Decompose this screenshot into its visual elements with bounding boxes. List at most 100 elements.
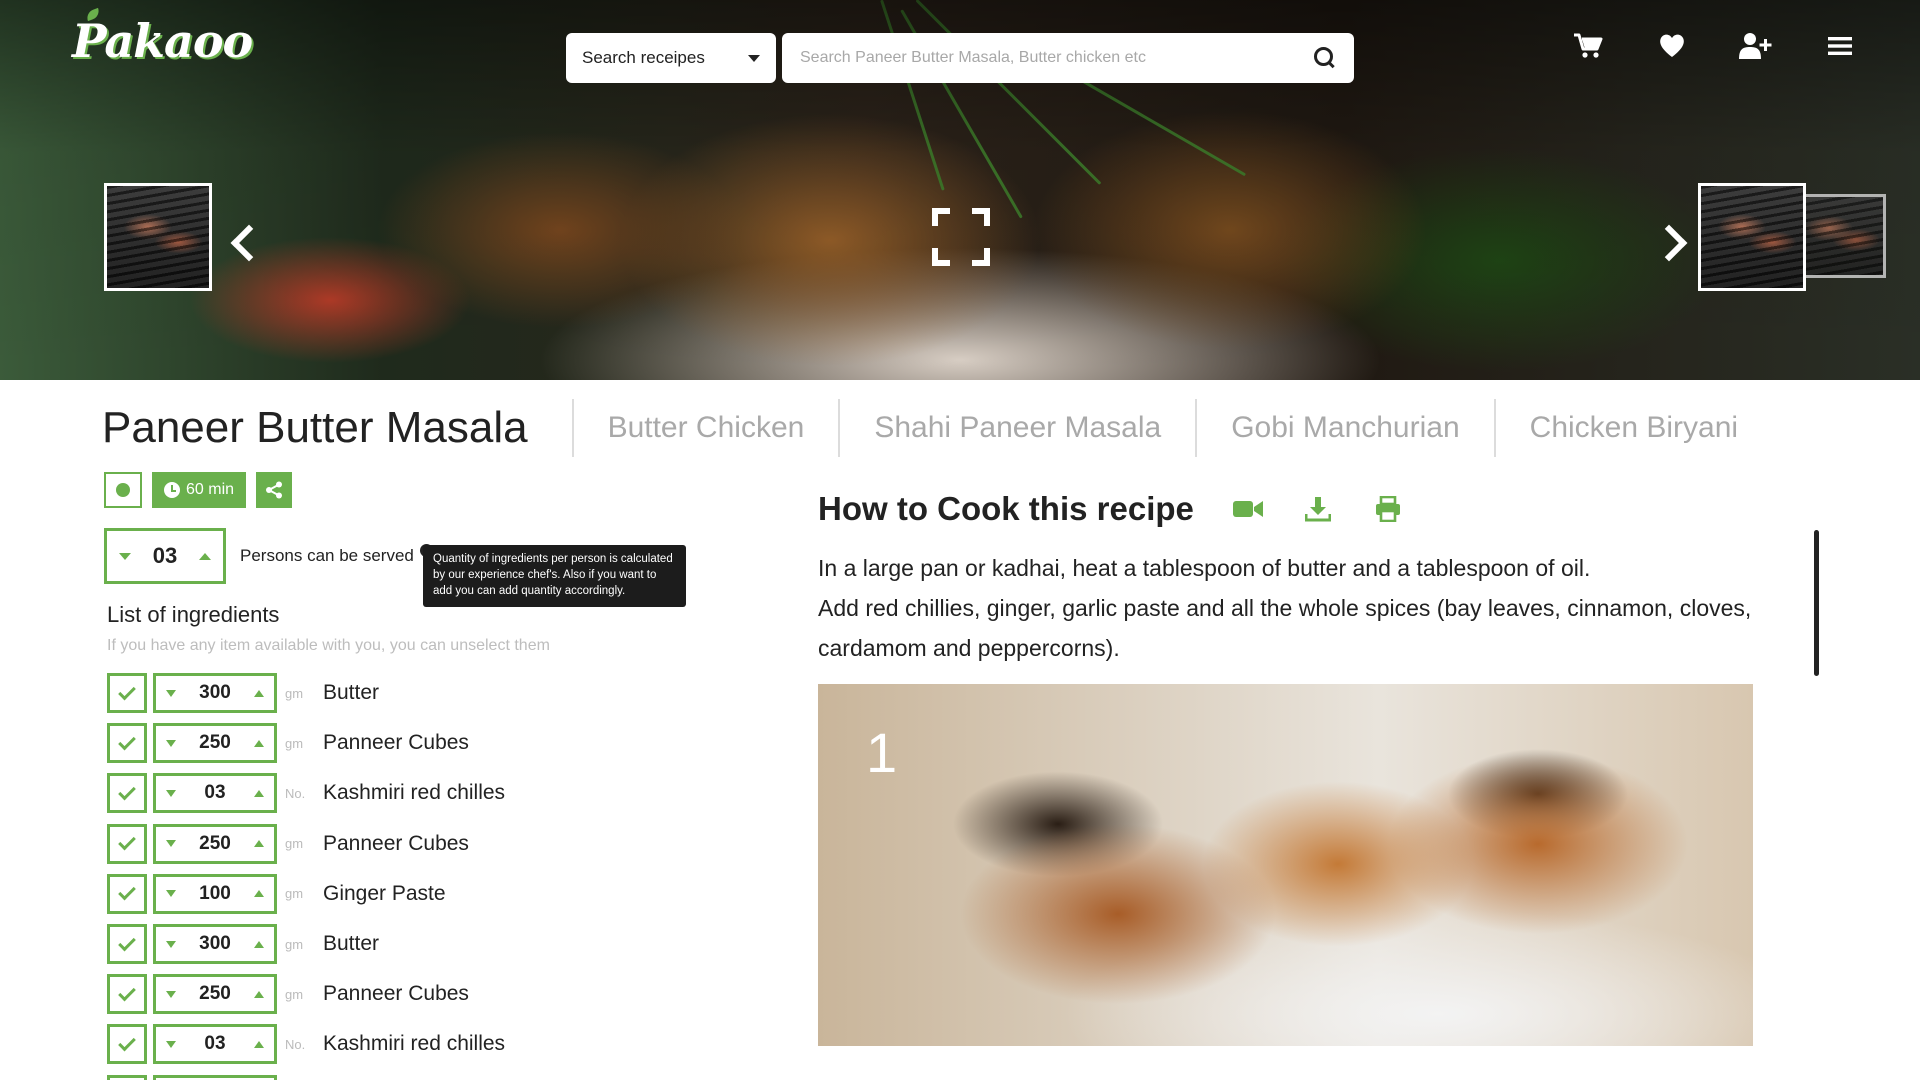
ingredient-name: Panneer Cubes	[323, 982, 469, 1006]
quantity-unit: gm	[285, 986, 304, 1002]
brand-logo[interactable]: Pakaoo	[72, 7, 253, 68]
tab-chicken-biryani[interactable]: Chicken Biryani	[1493, 399, 1772, 457]
cart-icon[interactable]	[1570, 28, 1606, 64]
video-icon[interactable]	[1232, 493, 1264, 525]
cook-title: How to Cook this recipe	[818, 490, 1194, 527]
ingredient-name: Butter	[323, 681, 380, 705]
servings-label: Persons can be served	[240, 546, 414, 565]
servings-value: 03	[152, 543, 178, 568]
ingredient-checkbox[interactable]	[107, 1074, 147, 1080]
increment-icon[interactable]	[253, 689, 264, 697]
cook-header: How to Cook this recipe	[818, 490, 1404, 528]
quantity-stepper[interactable]: 250	[153, 823, 277, 864]
tab-shahi-paneer-masala[interactable]: Shahi Paneer Masala	[838, 399, 1195, 457]
decrement-icon[interactable]	[166, 940, 176, 948]
step-image: 1	[818, 684, 1753, 1046]
ingredient-checkbox[interactable]	[107, 823, 147, 864]
search-input[interactable]	[800, 49, 1314, 67]
check-icon	[118, 933, 136, 951]
ingredients-subtitle: If you have any item available with you,…	[107, 637, 550, 654]
search-category-select[interactable]: Search receipes	[566, 33, 776, 83]
tab-butter-chicken[interactable]: Butter Chicken	[571, 399, 839, 457]
ingredient-name: Ginger Paste	[323, 881, 446, 905]
veg-indicator-button[interactable]	[104, 472, 142, 508]
increment-icon[interactable]	[253, 789, 264, 797]
ingredient-checkbox[interactable]	[107, 773, 147, 814]
ingredient-name: Panneer Cubes	[323, 831, 469, 855]
increment-icon[interactable]	[253, 990, 264, 998]
ingredient-name: Kashmiri red chilles	[323, 1032, 506, 1056]
ingredients-title: List of ingredients	[107, 602, 280, 627]
quantity-stepper[interactable]: 250	[153, 974, 277, 1015]
quantity-stepper[interactable]: 300	[153, 924, 277, 965]
decrement-icon[interactable]	[166, 840, 176, 848]
fullscreen-icon[interactable]	[932, 208, 990, 266]
recipe-meta: 60 min	[104, 472, 293, 508]
quantity-value: 250	[199, 732, 231, 754]
scrollbar[interactable]	[1814, 530, 1819, 676]
increment-icon[interactable]	[253, 890, 264, 898]
cook-time-badge[interactable]: 60 min	[152, 472, 247, 508]
check-icon	[118, 983, 136, 1002]
top-nav-icons	[1570, 28, 1858, 64]
ingredient-checkbox[interactable]	[107, 924, 147, 965]
decrement-icon[interactable]	[166, 890, 176, 898]
decrement-icon[interactable]	[166, 689, 176, 697]
user-plus-icon[interactable]	[1738, 28, 1774, 64]
ingredient-name: Butter	[323, 932, 380, 956]
ingredient-name: Kashmiri red chilles	[323, 781, 506, 805]
list-item: 300 gm Butter	[107, 919, 707, 969]
increment-icon[interactable]	[253, 940, 264, 948]
decrement-icon[interactable]	[166, 739, 176, 747]
quantity-unit: gm	[285, 936, 304, 952]
decrement-icon[interactable]	[119, 552, 131, 560]
quantity-stepper[interactable]	[153, 1074, 277, 1080]
quantity-value: 250	[199, 983, 231, 1005]
list-item: 250 gm Panneer Cubes	[107, 718, 707, 768]
gallery-thumbnail-next[interactable]	[1698, 183, 1806, 291]
quantity-stepper[interactable]: 300	[153, 673, 277, 714]
heart-icon[interactable]	[1654, 28, 1690, 64]
quantity-stepper[interactable]: 100	[153, 873, 277, 914]
ingredient-checkbox[interactable]	[107, 673, 147, 714]
increment-icon[interactable]	[253, 840, 264, 848]
servings-stepper[interactable]: 03	[104, 528, 226, 584]
step-number: 1	[866, 721, 898, 784]
ingredient-checkbox[interactable]	[107, 1024, 147, 1065]
quantity-stepper[interactable]: 03	[153, 773, 277, 814]
ingredient-checkbox[interactable]	[107, 873, 147, 914]
share-button[interactable]	[256, 472, 293, 508]
brand-logo-text: Pakaoo	[72, 14, 253, 68]
decrement-icon[interactable]	[166, 789, 176, 797]
check-icon	[118, 782, 136, 801]
list-item: 03 No. Kashmiri red chilles	[107, 768, 707, 818]
quantity-value: 300	[199, 682, 231, 704]
ingredient-checkbox[interactable]	[107, 974, 147, 1015]
hero-banner: Pakaoo Search receipes	[0, 0, 1920, 380]
quantity-value: 100	[199, 882, 231, 904]
dot-icon	[116, 483, 130, 497]
search-icon[interactable]	[1314, 47, 1336, 69]
ingredient-checkbox[interactable]	[107, 723, 147, 764]
menu-icon[interactable]	[1822, 28, 1858, 64]
increment-icon[interactable]	[253, 1040, 264, 1048]
gallery-thumbnail-prev[interactable]	[104, 183, 212, 291]
increment-icon[interactable]	[253, 739, 264, 747]
increment-icon[interactable]	[198, 552, 211, 560]
quantity-stepper[interactable]: 250	[153, 723, 277, 764]
print-icon[interactable]	[1372, 493, 1404, 525]
quantity-unit: No.	[285, 785, 306, 801]
share-icon	[266, 481, 283, 499]
decrement-icon[interactable]	[166, 1040, 176, 1048]
download-icon[interactable]	[1302, 493, 1334, 525]
quantity-unit: gm	[285, 836, 304, 852]
list-item-partial	[107, 1070, 707, 1080]
check-icon	[118, 1033, 136, 1052]
decrement-icon[interactable]	[166, 990, 176, 998]
quantity-stepper[interactable]: 03	[153, 1024, 277, 1065]
list-item: 100 gm Ginger Paste	[107, 869, 707, 919]
tab-gobi-manchurian[interactable]: Gobi Manchurian	[1195, 399, 1493, 457]
instruction-line: Add red chillies, ginger, garlic paste a…	[818, 595, 1752, 661]
check-icon	[118, 883, 136, 901]
quantity-value: 300	[199, 933, 231, 955]
